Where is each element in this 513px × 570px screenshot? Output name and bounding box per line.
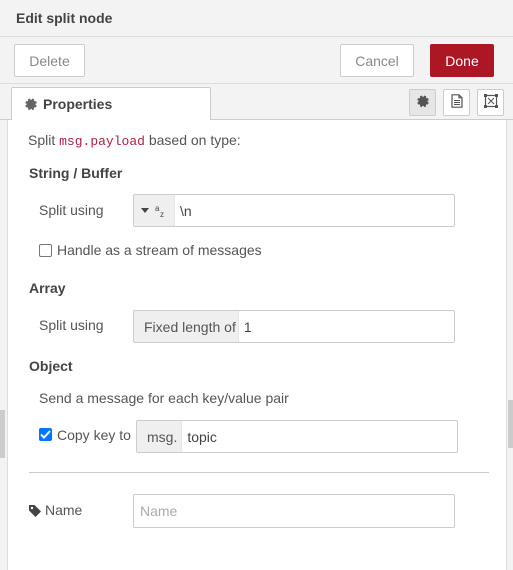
delete-button[interactable]: Delete	[14, 44, 85, 77]
tab-properties[interactable]: Properties	[11, 87, 211, 121]
intro-text: Split msg.payload based on type:	[28, 132, 241, 149]
string-split-using-label: Split using	[39, 202, 104, 218]
array-heading: Array	[29, 280, 66, 296]
object-description: Send a message for each key/value pair	[39, 390, 289, 406]
cancel-button[interactable]: Cancel	[340, 44, 414, 77]
object-heading: Object	[29, 358, 73, 374]
tab-properties-label: Properties	[43, 96, 113, 112]
tag-icon	[29, 504, 41, 520]
copy-key-type[interactable]: msg.	[137, 421, 183, 452]
right-resize-handle[interactable]	[508, 400, 513, 448]
copy-key-checkbox[interactable]	[39, 428, 52, 441]
tray-toolbar: Delete Cancel Done	[0, 37, 513, 84]
tab-description[interactable]	[443, 89, 470, 116]
properties-panel: Split msg.payload based on type: String …	[7, 120, 507, 570]
string-type-icon: az	[155, 204, 164, 218]
copy-key-input[interactable]: msg. topic	[136, 420, 458, 453]
array-split-value: 1	[243, 318, 252, 335]
string-split-value: \n	[180, 202, 192, 219]
node-appearance-icon	[483, 94, 498, 111]
done-button[interactable]: Done	[430, 44, 494, 77]
string-split-input[interactable]: az \n	[133, 194, 455, 227]
intro-code: msg.payload	[59, 134, 145, 149]
check-icon	[40, 430, 51, 439]
svg-text:z: z	[160, 210, 164, 218]
tray-header: Edit split node	[0, 0, 513, 37]
caret-down-icon	[140, 208, 149, 213]
copy-key-value: topic	[187, 428, 217, 445]
type-select[interactable]: az	[134, 195, 175, 226]
divider	[29, 472, 489, 473]
stream-label: Handle as a stream of messages	[57, 242, 262, 258]
array-split-using-label: Split using	[39, 317, 104, 333]
array-split-input[interactable]: Fixed length of 1	[133, 310, 455, 343]
name-label: Name	[45, 502, 83, 518]
left-resize-handle[interactable]	[0, 410, 5, 458]
intro-prefix: Split	[28, 132, 60, 148]
stream-checkbox[interactable]	[39, 244, 52, 257]
tab-appearance[interactable]	[477, 89, 504, 116]
string-buffer-heading: String / Buffer	[29, 165, 123, 181]
array-split-type[interactable]: Fixed length of	[134, 311, 239, 342]
tray-title: Edit split node	[16, 10, 113, 26]
name-input[interactable]	[133, 494, 455, 528]
intro-suffix: based on type:	[144, 132, 241, 148]
tab-settings[interactable]	[409, 89, 436, 116]
document-icon	[450, 94, 463, 111]
tabs-row: Properties	[0, 84, 513, 121]
copy-key-label: Copy key to	[57, 427, 131, 443]
gear-icon	[416, 94, 429, 111]
gear-icon	[24, 97, 37, 111]
